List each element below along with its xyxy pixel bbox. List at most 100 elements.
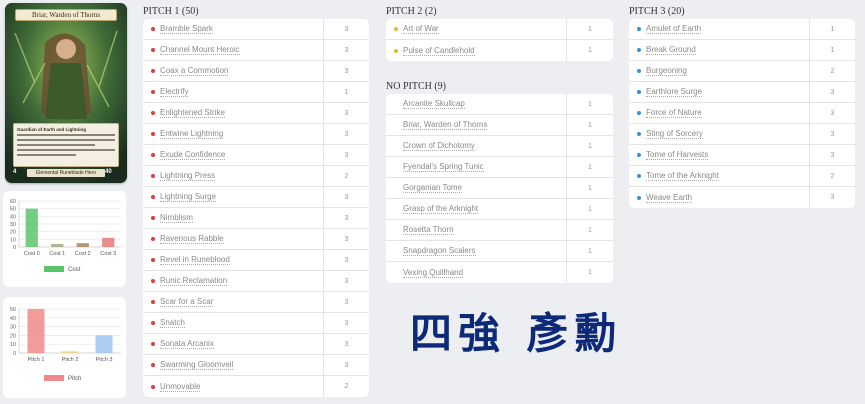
card-name-link[interactable]: Sonata Arcanix (160, 339, 214, 349)
cost-xtick-label: Cost 0 (24, 251, 40, 257)
card-row[interactable]: Scar for a Scar 3 (143, 292, 369, 313)
card-row[interactable]: Snatch 3 (143, 313, 369, 334)
card-quantity: 1 (588, 247, 592, 255)
card-row[interactable]: Fyendal's Spring Tunic 1 (386, 157, 613, 178)
card-row[interactable]: Break Ground 1 (629, 40, 855, 61)
cost-ytick-label: 10 (10, 237, 16, 243)
card-name-cell: Unmovable (143, 376, 324, 397)
card-row[interactable]: Runic Reclamation 3 (143, 271, 369, 292)
card-name-link[interactable]: Tome of the Arknight (646, 171, 719, 181)
card-row[interactable]: Force of Nature 3 (629, 103, 855, 124)
card-row[interactable]: Channel Mount Heroic 3 (143, 40, 369, 61)
card-row[interactable]: Lightning Press 2 (143, 166, 369, 187)
card-name-link[interactable]: Snatch (160, 318, 185, 328)
card-name-link[interactable]: Force of Nature (646, 108, 702, 118)
pitch-dot-icon (151, 258, 155, 262)
overlay-caption: 四強 彥勳 (410, 309, 623, 358)
card-name-link[interactable]: Burgeoning (646, 66, 687, 76)
pitch-3-column: PITCH 3 (20) Amulet of Earth 1 Break Groun… (629, 5, 855, 208)
card-row[interactable]: Revel in Runeblood 3 (143, 250, 369, 271)
card-name-link[interactable]: Grasp of the Arknight (403, 204, 479, 214)
card-row[interactable]: Pulse of Candlehold 1 (386, 40, 613, 61)
card-quantity: 1 (588, 269, 592, 276)
card-row[interactable]: Swarming Gloomveil 3 (143, 355, 369, 376)
pitch-bar (95, 335, 113, 353)
card-name-cell: Scar for a Scar (143, 292, 324, 312)
card-name-link[interactable]: Pulse of Candlehold (403, 46, 475, 56)
card-name-link[interactable]: Coax a Commotion (160, 66, 229, 76)
card-name-cell: Fyendal's Spring Tunic (386, 157, 567, 177)
card-row[interactable]: Bramble Spark 3 (143, 19, 369, 40)
card-row[interactable]: Ravenous Rabble 3 (143, 229, 369, 250)
card-name-cell: Runic Reclamation (143, 271, 324, 291)
card-name-link[interactable]: Revel in Runeblood (160, 255, 230, 265)
card-row[interactable]: Amulet of Earth 1 (629, 19, 855, 40)
pitch-dot-icon (394, 27, 398, 31)
card-row[interactable]: Lightning Surge 3 (143, 187, 369, 208)
card-row[interactable]: Grasp of the Arknight 1 (386, 199, 613, 220)
card-row[interactable]: Exude Confidence 3 (143, 145, 369, 166)
pitch-ytick-label: 10 (10, 342, 16, 348)
card-name-link[interactable]: Lightning Surge (160, 192, 217, 202)
card-row[interactable]: Electrify 1 (143, 82, 369, 103)
card-row[interactable]: Tome of the Arknight 2 (629, 166, 855, 187)
card-row[interactable]: Sting of Sorcery 3 (629, 124, 855, 145)
card-name-link[interactable]: Earthlore Surge (646, 87, 703, 97)
card-row[interactable]: Unmovable 2 (143, 376, 369, 397)
card-name-link[interactable]: Lightning Press (160, 171, 216, 181)
pitch-1-column: PITCH 1 (50) Bramble Spark 3 Channel Mount… (143, 5, 369, 397)
card-name-link[interactable]: Scar for a Scar (160, 297, 214, 307)
card-name-link[interactable]: Nimblism (160, 213, 193, 223)
card-row[interactable]: Enlightened Strike 3 (143, 103, 369, 124)
card-name-link[interactable]: Sting of Sorcery (646, 129, 703, 139)
hero-text-box: Guardian of Earth and Lightning (13, 123, 119, 167)
pitch-dot-icon (151, 153, 155, 157)
card-row[interactable]: Tome of Harvests 3 (629, 145, 855, 166)
card-name-link[interactable]: Fyendal's Spring Tunic (403, 162, 484, 172)
card-name-link[interactable]: Arcanite Skullcap (403, 99, 465, 109)
pitch-dot-icon (151, 363, 155, 367)
card-name-link[interactable]: Tome of Harvests (646, 150, 709, 160)
card-name-link[interactable]: Rosetta Thorn (403, 225, 454, 235)
card-name-link[interactable]: Runic Reclamation (160, 276, 228, 286)
card-row[interactable]: Coax a Commotion 3 (143, 61, 369, 82)
card-name-link[interactable]: Exude Confidence (160, 150, 226, 160)
card-row[interactable]: Nimblism 3 (143, 208, 369, 229)
card-name-link[interactable]: Weave Earth (646, 193, 693, 203)
card-name-link[interactable]: Vexing Quillhand (403, 268, 464, 278)
card-name-link[interactable]: Electrify (160, 87, 189, 97)
cost-ytick-label: 0 (13, 245, 16, 251)
card-row[interactable]: Briar, Warden of Thorns 1 (386, 115, 613, 136)
card-name-link[interactable]: Gorganian Tome (403, 183, 462, 193)
card-name-link[interactable]: Amulet of Earth (646, 24, 702, 34)
card-row[interactable]: Earthlore Surge 3 (629, 82, 855, 103)
hero-card-image[interactable]: Briar, Warden of Thorns Guardian of Eart… (5, 3, 127, 183)
card-name-link[interactable]: Channel Mount Heroic (160, 45, 240, 55)
card-row[interactable]: Crown of Dichotomy 1 (386, 136, 613, 157)
card-row[interactable]: Sonata Arcanix 3 (143, 334, 369, 355)
card-name-link[interactable]: Briar, Warden of Thorns (403, 120, 488, 130)
pitch-dot-icon (637, 27, 641, 31)
cost-bar (25, 208, 38, 247)
card-row[interactable]: Arcanite Skullcap 1 (386, 94, 613, 115)
card-name-link[interactable]: Crown of Dichotomy (403, 141, 476, 151)
card-name-link[interactable]: Snapdragon Scalers (403, 246, 476, 256)
card-name-link[interactable]: Ravenous Rabble (160, 234, 224, 244)
card-name-link[interactable]: Swarming Gloomveil (160, 360, 234, 370)
card-row[interactable]: Snapdragon Scalers 1 (386, 241, 613, 262)
card-row[interactable]: Vexing Quillhand 1 (386, 262, 613, 283)
card-row[interactable]: Entwine Lightning 3 (143, 124, 369, 145)
card-row[interactable]: Art of War 1 (386, 19, 613, 40)
card-name-link[interactable]: Entwine Lightning (160, 129, 224, 139)
card-row[interactable]: Rosetta Thorn 1 (386, 220, 613, 241)
card-name-link[interactable]: Unmovable (160, 382, 201, 392)
card-row[interactable]: Burgeoning 2 (629, 61, 855, 82)
card-row[interactable]: Weave Earth 3 (629, 187, 855, 208)
card-name-link[interactable]: Break Ground (646, 45, 696, 55)
card-quantity: 2 (344, 383, 349, 390)
card-name-cell: Earthlore Surge (629, 82, 810, 102)
card-name-link[interactable]: Enlightened Strike (160, 108, 225, 118)
card-name-link[interactable]: Bramble Spark (160, 24, 213, 34)
card-name-link[interactable]: Art of War (403, 24, 439, 34)
card-row[interactable]: Gorganian Tome 1 (386, 178, 613, 199)
